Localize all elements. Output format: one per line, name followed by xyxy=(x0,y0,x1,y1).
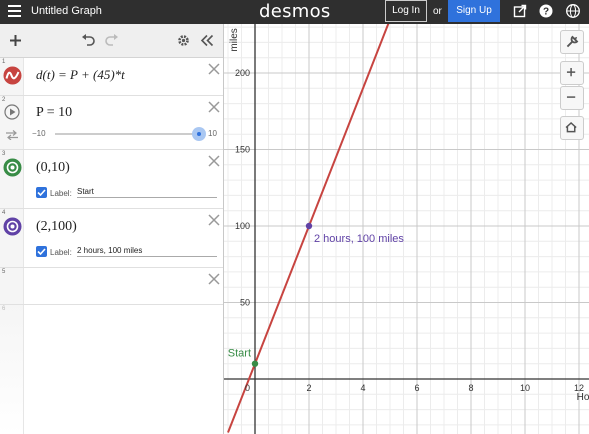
slider-min[interactable]: −10 xyxy=(32,129,46,138)
minor-grid xyxy=(224,24,589,434)
y-tick-label: 50 xyxy=(240,298,250,308)
desmos-logo: desmos xyxy=(259,1,331,22)
expression-row-6[interactable]: 6 xyxy=(0,305,223,434)
graph-title[interactable]: Untitled Graph xyxy=(31,5,102,17)
graph-settings-button[interactable] xyxy=(560,30,584,54)
home-icon xyxy=(565,121,577,133)
expression-math[interactable]: P = 10 xyxy=(36,105,72,121)
expression-gutter: 5 xyxy=(0,268,24,304)
delete-expression-icon[interactable] xyxy=(208,273,220,285)
add-expression-icon[interactable] xyxy=(9,34,22,47)
expression-gutter: 2 xyxy=(0,96,24,149)
y-tick-label: 150 xyxy=(235,145,250,155)
axes xyxy=(224,24,589,434)
label-checkbox[interactable] xyxy=(36,246,47,257)
slider-max[interactable]: 10 xyxy=(208,129,217,138)
point-label: Start xyxy=(228,348,251,360)
slider-thumb[interactable] xyxy=(192,127,206,141)
delete-expression-icon[interactable] xyxy=(208,214,220,226)
points: Start 2 hours, 100 miles xyxy=(228,222,404,367)
label-caption: Label: xyxy=(50,248,72,257)
expression-math[interactable]: (2,100) xyxy=(36,219,77,235)
x-tick-label: 6 xyxy=(414,383,419,393)
zoom-out-button[interactable] xyxy=(560,86,584,110)
label-caption: Label: xyxy=(50,189,72,198)
x-tick-label: 10 xyxy=(520,383,530,393)
expression-math[interactable]: d(t) = P + (45)*t xyxy=(36,67,125,83)
expression-toolbar xyxy=(0,24,223,58)
top-bar: Untitled Graph desmos Log In or Sign Up … xyxy=(0,0,589,24)
point-style-icon[interactable] xyxy=(3,158,22,177)
expression-gutter: 6 xyxy=(0,305,24,434)
redo-icon[interactable] xyxy=(105,34,119,46)
checkmark-icon xyxy=(37,189,46,197)
or-text: or xyxy=(433,6,442,17)
wrench-icon xyxy=(566,35,579,48)
expression-row-3[interactable]: 3 (0,10) Label: Start xyxy=(0,150,223,209)
login-button[interactable]: Log In xyxy=(385,0,427,22)
x-axis-label: Hours xyxy=(577,392,589,403)
label-input[interactable]: 2 hours, 100 miles xyxy=(77,245,217,257)
expression-row-5[interactable]: 5 xyxy=(0,268,223,305)
data-point xyxy=(251,360,259,367)
play-icon[interactable] xyxy=(4,104,20,120)
home-button[interactable] xyxy=(560,116,584,140)
slider-track[interactable] xyxy=(55,127,206,141)
label-checkbox[interactable] xyxy=(36,187,47,198)
delete-expression-icon[interactable] xyxy=(208,63,220,75)
minus-icon xyxy=(566,96,576,98)
expression-gutter: 3 xyxy=(0,150,24,208)
delete-expression-icon[interactable] xyxy=(208,101,220,113)
delete-expression-icon[interactable] xyxy=(208,155,220,167)
label-input[interactable]: Start xyxy=(77,186,217,198)
help-icon[interactable]: ? xyxy=(539,4,553,18)
y-tick-label: 200 xyxy=(235,68,250,78)
expression-gutter: 1 xyxy=(0,58,24,95)
x-tick-label: 8 xyxy=(468,383,473,393)
point-style-icon[interactable] xyxy=(3,217,22,236)
globe-icon[interactable] xyxy=(566,4,580,18)
wave-icon[interactable] xyxy=(3,66,22,85)
svg-text:?: ? xyxy=(543,7,549,18)
signup-button[interactable]: Sign Up xyxy=(448,0,500,22)
y-tick-label: 100 xyxy=(235,221,250,231)
y-axis-label: miles xyxy=(229,28,240,51)
expression-math[interactable]: (0,10) xyxy=(36,160,70,176)
checkmark-icon xyxy=(37,248,46,256)
x-tick-labels: 2 4 6 8 10 12 xyxy=(306,383,584,393)
origin-label: 0 xyxy=(245,383,250,393)
expression-row-4[interactable]: 4 (2,100) Label: 2 hours, 100 miles xyxy=(0,209,223,268)
major-grid xyxy=(224,24,589,434)
slider-settings-icon[interactable] xyxy=(5,130,19,140)
zoom-in-button[interactable] xyxy=(560,61,584,85)
expression-gutter: 4 xyxy=(0,209,24,267)
point-label: 2 hours, 100 miles xyxy=(314,233,404,245)
share-icon[interactable] xyxy=(513,4,527,18)
plus-icon xyxy=(566,67,576,77)
x-tick-label: 2 xyxy=(306,383,311,393)
data-point xyxy=(305,222,313,230)
graph-canvas[interactable]: 2 4 6 8 10 12 50 100 150 200 Start 2 hours, 100 m… xyxy=(224,24,589,434)
x-tick-label: 4 xyxy=(360,383,365,393)
collapse-panel-icon[interactable] xyxy=(200,34,214,47)
expression-panel: 1 d(t) = P + (45)*t 2 P = 10 −10 10 3 (0… xyxy=(0,24,224,434)
expression-row-1[interactable]: 1 d(t) = P + (45)*t xyxy=(0,58,223,96)
expression-row-2[interactable]: 2 P = 10 −10 10 xyxy=(0,96,223,150)
settings-gear-icon[interactable] xyxy=(177,34,190,47)
graph-svg[interactable]: 2 4 6 8 10 12 50100150200 Start2 hours, 100 m… xyxy=(224,24,589,434)
hamburger-menu-icon[interactable] xyxy=(8,5,21,19)
undo-icon[interactable] xyxy=(81,34,95,46)
